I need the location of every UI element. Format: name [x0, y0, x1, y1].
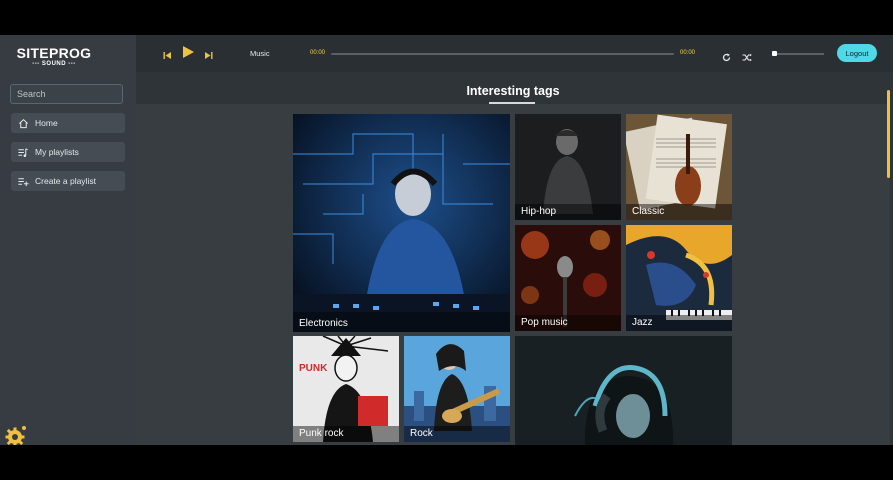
- tag-tile-rock[interactable]: Rock: [404, 336, 510, 442]
- sidebar-item-home[interactable]: Home: [11, 113, 125, 133]
- sidebar-item-label: My playlists: [35, 147, 79, 157]
- sidebar-item-create-playlist[interactable]: Create a playlist: [11, 171, 125, 191]
- search-input[interactable]: [10, 84, 123, 104]
- tag-tile-large[interactable]: [515, 336, 732, 445]
- previous-track-icon[interactable]: [163, 47, 172, 65]
- next-track-icon[interactable]: [204, 47, 213, 65]
- sidebar-item-label: Create a playlist: [35, 176, 96, 186]
- tag-tile-jazz[interactable]: Jazz: [626, 225, 732, 331]
- play-icon[interactable]: [182, 45, 195, 64]
- logout-button[interactable]: Logout: [837, 44, 877, 62]
- tag-label: Punk rock: [299, 428, 344, 439]
- sidebar-item-my-playlists[interactable]: My playlists: [11, 142, 125, 162]
- svg-text:PUNK: PUNK: [299, 363, 328, 374]
- tag-label: Hip-hop: [521, 206, 557, 217]
- tag-tile-electronics[interactable]: Electronics: [293, 114, 510, 332]
- repeat-icon[interactable]: [722, 49, 731, 67]
- progress-bar[interactable]: [331, 53, 674, 55]
- electronics-image: [293, 114, 510, 332]
- logo-subtitle: --- SOUND ---: [32, 61, 76, 67]
- content-header: Interesting tags: [136, 72, 890, 104]
- tag-label: Jazz: [632, 317, 653, 328]
- tag-tile-punk-rock[interactable]: PUNK Punk rock: [293, 336, 399, 442]
- tag-tile-hip-hop[interactable]: Hip-hop: [515, 114, 621, 220]
- tag-image: [515, 336, 732, 445]
- main-content: Interesting tags Electronics Hip-hop Cla…: [136, 72, 890, 445]
- tag-tile-classic[interactable]: Classic: [626, 114, 732, 220]
- volume-slider[interactable]: [772, 51, 824, 56]
- gear-icon[interactable]: [4, 424, 28, 445]
- shuffle-icon[interactable]: [742, 49, 752, 67]
- scrollbar[interactable]: [887, 90, 890, 178]
- tag-tile-pop-music[interactable]: Pop music: [515, 225, 621, 331]
- player-bar: Music 00:00 00:00 Logout: [136, 35, 893, 72]
- playlist-icon: [17, 146, 29, 158]
- current-time: 00:00: [310, 50, 326, 56]
- volume-knob[interactable]: [772, 51, 777, 56]
- sidebar-item-label: Home: [35, 118, 58, 128]
- tag-label: Electronics: [299, 318, 348, 329]
- title-underline: [489, 102, 535, 104]
- sidebar: SITEPROG --- SOUND --- Home My playlists…: [0, 35, 136, 445]
- logo-title: SITEPROG: [16, 45, 92, 61]
- tag-label: Pop music: [521, 317, 568, 328]
- tag-label: Rock: [410, 428, 433, 439]
- page-title: Interesting tags: [466, 84, 560, 98]
- track-title: Music: [250, 49, 270, 58]
- tag-label: Classic: [632, 206, 665, 217]
- add-playlist-icon: [17, 175, 29, 187]
- home-icon: [17, 117, 29, 129]
- total-time: 00:00: [680, 50, 696, 56]
- app-window: SITEPROG --- SOUND --- Home My playlists…: [0, 35, 893, 445]
- logo[interactable]: SITEPROG --- SOUND ---: [14, 46, 94, 68]
